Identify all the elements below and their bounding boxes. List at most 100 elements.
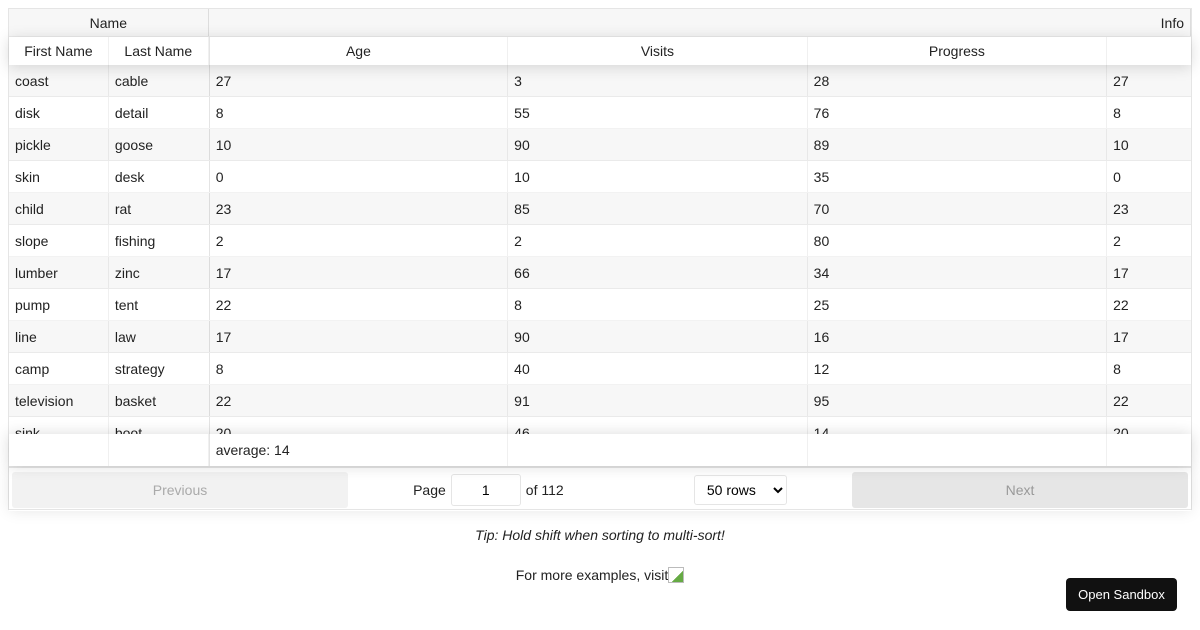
header-info-extra[interactable]	[1107, 37, 1191, 65]
table-cell: 12	[808, 353, 1108, 384]
tip-text: Tip: Hold shift when sorting to multi-so…	[475, 527, 725, 543]
table-cell: strategy	[114, 360, 165, 377]
table-cell: 8	[208, 97, 509, 128]
footer-cell	[109, 434, 209, 466]
table-cell: 40	[508, 353, 808, 384]
header-group-name[interactable]: Name	[9, 9, 209, 36]
table-row: sink boot 20 46 14 20	[9, 417, 1191, 434]
header-group-info[interactable]: Info	[209, 9, 1191, 36]
rows-per-page-select[interactable]: 50 rows	[693, 474, 787, 505]
table-cell: 14	[808, 417, 1108, 434]
table-cell: 91	[508, 385, 808, 416]
table-cell: 8	[1113, 104, 1121, 121]
data-table: Name Info First Name Last Name Age Visit…	[8, 8, 1192, 510]
table-cell: 70	[808, 193, 1108, 224]
table-cell: 2	[1113, 232, 1121, 249]
table-cell: 85	[508, 193, 808, 224]
page-label: Page	[413, 481, 446, 498]
table-cell: lumber	[9, 257, 109, 288]
table-cell: 17	[1113, 264, 1129, 281]
table-cell: 95	[808, 385, 1108, 416]
table-cell: pump	[9, 289, 109, 320]
page-input[interactable]	[450, 473, 521, 506]
table-cell: 90	[508, 321, 808, 352]
table-cell: 89	[808, 129, 1108, 160]
table-row: camp strategy 8 40 12 8	[9, 353, 1191, 385]
table-cell: 27	[208, 65, 509, 96]
table-cell: goose	[114, 136, 153, 153]
table-cell: 17	[208, 257, 509, 288]
header-first-name[interactable]: First Name	[9, 37, 109, 65]
table-row: pickle goose 10 90 89 10	[9, 129, 1191, 161]
page-total: of 112	[525, 481, 564, 498]
table-cell: 2	[208, 225, 509, 256]
table-cell: desk	[114, 168, 145, 185]
table-cell: camp	[9, 353, 109, 384]
table-row: line law 17 90 16 17	[9, 321, 1191, 353]
table-cell: line	[9, 321, 109, 352]
table-cell: tent	[114, 296, 139, 313]
table-cell: rat	[114, 200, 132, 217]
table-cell: fishing	[114, 232, 156, 249]
more-examples-text: For more examples, visit	[515, 567, 669, 583]
more-examples: For more examples, visit	[0, 567, 1200, 583]
table-cell: 35	[808, 161, 1108, 192]
table-cell: child	[9, 193, 109, 224]
table-cell: 2	[508, 225, 808, 256]
header-progress[interactable]: Progress	[808, 37, 1108, 65]
table-row: television basket 22 91 95 22	[9, 385, 1191, 417]
table-cell: 16	[808, 321, 1108, 352]
table-cell: detail	[114, 104, 149, 121]
pagination: Previous Page of 112 50 rows Next	[9, 466, 1191, 511]
table-cell: 46	[508, 417, 808, 434]
table-row: slope fishing 2 2 80 2	[9, 225, 1191, 257]
table-row: lumber zinc 17 66 34 17	[9, 257, 1191, 289]
table-cell: skin	[9, 161, 109, 192]
table-cell: disk	[9, 97, 109, 128]
table-cell: 17	[1113, 328, 1129, 345]
table-cell: sink	[9, 417, 109, 434]
table-cell: basket	[114, 392, 157, 409]
table-cell: law	[114, 328, 136, 345]
table-cell: 8	[1113, 360, 1121, 377]
table-cell: 20	[1113, 424, 1129, 435]
table-body[interactable]: coast cable 27 3 28 27 disk detail 8 55 76 8 pickle g…	[9, 65, 1191, 434]
header-visits[interactable]: Visits	[508, 37, 808, 65]
previous-button[interactable]: Previous	[12, 471, 348, 508]
table-cell: 20	[208, 417, 509, 434]
table-cell: 17	[208, 321, 509, 352]
footer-cell	[808, 434, 1108, 466]
table-cell: 25	[808, 289, 1108, 320]
table-cell: 10	[1113, 136, 1129, 153]
table-cell: 8	[508, 289, 808, 320]
table-row: pump tent 22 8 25 22	[9, 289, 1191, 321]
open-sandbox-button[interactable]: Open Sandbox	[1066, 578, 1177, 611]
age-average: average: 14	[208, 434, 509, 466]
table-cell: 10	[508, 161, 808, 192]
table-cell: 27	[1113, 72, 1129, 89]
table-cell: 66	[508, 257, 808, 288]
header-last-name[interactable]: Last Name	[109, 37, 209, 65]
header-age[interactable]: Age	[208, 37, 509, 65]
table-cell: 90	[508, 129, 808, 160]
header-group-row: Name Info	[9, 9, 1191, 37]
table-cell: zinc	[114, 264, 140, 281]
table-cell: television	[9, 385, 109, 416]
next-button[interactable]: Next	[852, 471, 1188, 508]
footer-cell	[1107, 434, 1191, 466]
table-cell: 22	[208, 385, 509, 416]
footer-row: average: 14	[9, 434, 1191, 466]
table-cell: 22	[1113, 392, 1129, 409]
table-cell: 8	[208, 353, 509, 384]
footer-cell	[9, 434, 109, 466]
footer-cell	[508, 434, 808, 466]
table-cell: 28	[808, 65, 1108, 96]
table-cell: 0	[1113, 168, 1121, 185]
table-cell: 22	[208, 289, 509, 320]
table-cell: 80	[808, 225, 1108, 256]
table-cell: coast	[9, 65, 109, 96]
table-cell: 0	[208, 161, 509, 192]
broken-image-icon[interactable]	[668, 567, 685, 583]
table-cell: 34	[808, 257, 1108, 288]
table-cell: pickle	[9, 129, 109, 160]
